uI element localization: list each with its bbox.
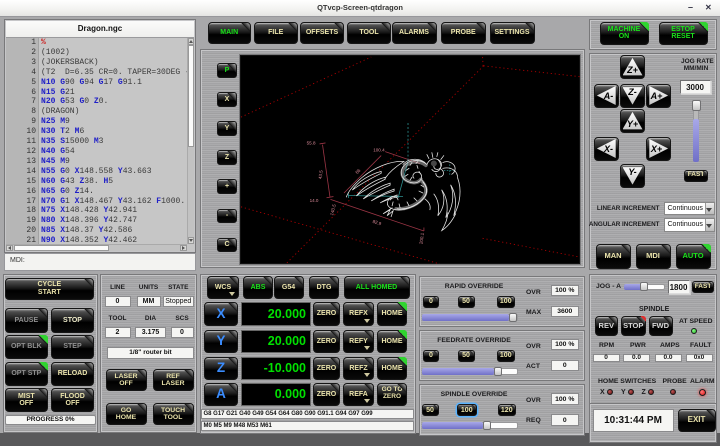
svg-text:55.8: 55.8 (307, 140, 316, 145)
svg-text:66: 66 (354, 167, 361, 174)
svg-text:200.1: 200.1 (419, 232, 425, 244)
svg-text:43.5: 43.5 (318, 169, 324, 179)
svg-text:100.4: 100.4 (373, 147, 385, 152)
svg-text:82.9: 82.9 (372, 218, 382, 226)
svg-text:140.5: 140.5 (329, 203, 337, 216)
svg-text:14.0: 14.0 (310, 197, 319, 202)
